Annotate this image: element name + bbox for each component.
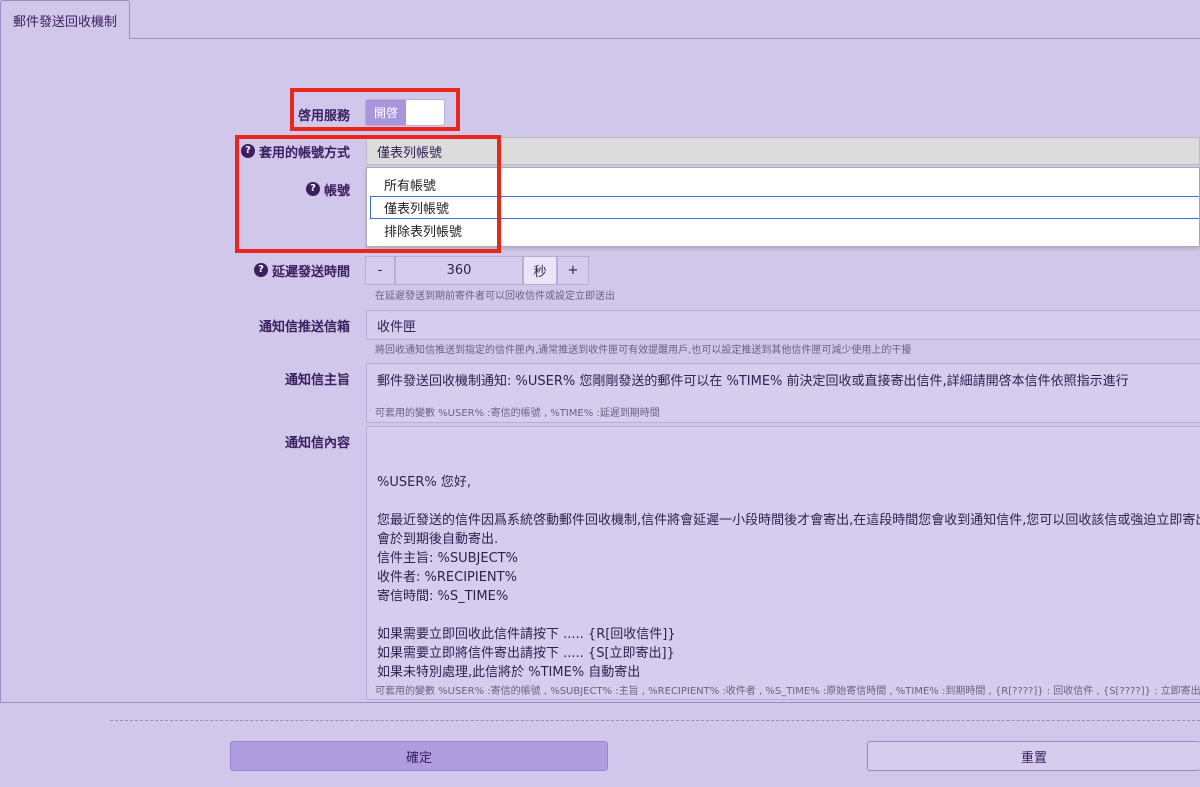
- delay-label: ? 延遲發送時間: [200, 259, 350, 281]
- form-separator: [110, 720, 1200, 721]
- content-textarea[interactable]: %USER% 您好, 您最近發送的信件因爲系統啓動郵件回收機制,信件將會延遲一小…: [366, 426, 1200, 700]
- subject-value: 郵件發送回收機制通知: %USER% 您剛剛發送的郵件可以在 %TIME% 前決…: [377, 374, 1129, 389]
- content-text: 通知信內容: [284, 435, 350, 451]
- delay-stepper: - 360 秒 +: [365, 256, 589, 285]
- content-hint: 可套用的變數 %USER% :寄信的帳號 , %SUBJECT% :主旨 , %…: [375, 686, 1200, 697]
- subject-hint: 可套用的變數 %USER% :寄信的帳號 , %TIME% :延遲到期時間: [375, 408, 660, 419]
- delay-minus-button[interactable]: -: [365, 256, 395, 285]
- content-value: %USER% 您好, 您最近發送的信件因爲系統啓動郵件回收機制,信件將會延遲一小…: [377, 475, 1200, 680]
- delay-value-input[interactable]: 360: [395, 256, 523, 285]
- mailbox-label: 通知信推送信箱: [200, 314, 350, 336]
- reset-button[interactable]: 重置: [867, 741, 1200, 771]
- subject-text: 通知信主旨: [284, 372, 350, 388]
- delay-plus-button[interactable]: +: [557, 256, 589, 285]
- mailbox-value: 收件匣: [377, 319, 417, 335]
- help-icon[interactable]: ?: [253, 263, 268, 277]
- mailbox-text: 通知信推送信箱: [258, 319, 350, 335]
- highlight-account-mode-box: [235, 135, 501, 253]
- highlight-enable-box: [290, 88, 460, 131]
- tab-mail-recall[interactable]: 郵件發送回收機制: [0, 0, 130, 39]
- content-label: 通知信內容: [200, 430, 350, 452]
- mailbox-hint: 將回收通知信推送到指定的信件匣內,通常推送到收件匣可有效提醒用戶,也可以設定推送…: [375, 345, 912, 356]
- delay-text: 延遲發送時間: [271, 264, 350, 280]
- delay-unit: 秒: [523, 256, 557, 285]
- confirm-button[interactable]: 確定: [230, 741, 608, 771]
- mailbox-select[interactable]: 收件匣: [366, 310, 1200, 340]
- subject-label: 通知信主旨: [200, 367, 350, 389]
- delay-hint: 在延遲發送到期前寄件者可以回收信件或設定立即送出: [375, 291, 615, 302]
